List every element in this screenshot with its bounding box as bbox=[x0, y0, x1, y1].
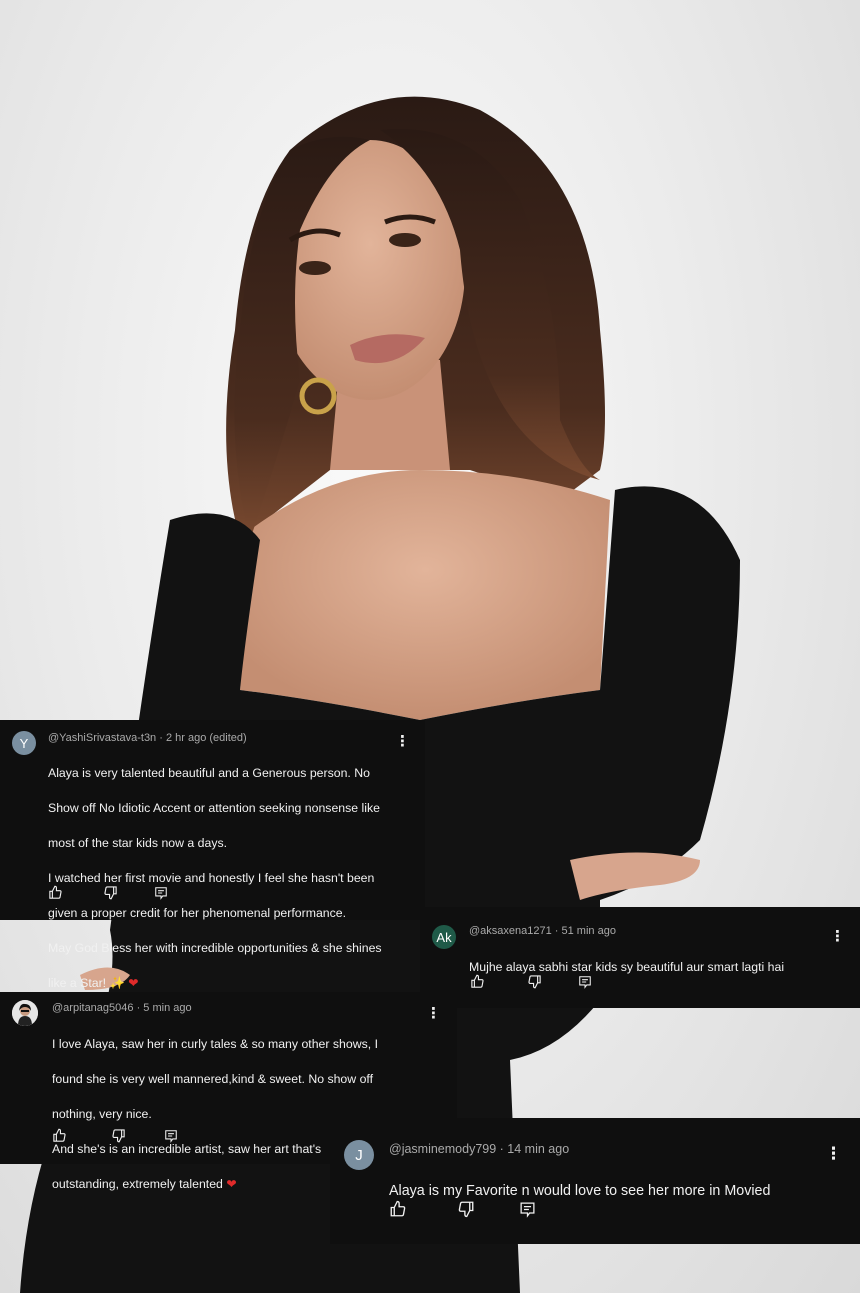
comment-time: · 14 min ago bbox=[499, 1142, 570, 1156]
thumbs-up-icon[interactable] bbox=[389, 1200, 407, 1218]
comment-line-text: outstanding, extremely talented bbox=[52, 1176, 223, 1191]
avatar-letter: Ak bbox=[436, 929, 452, 945]
comment-line: found she is very well mannered,kind & s… bbox=[52, 1071, 374, 1086]
comment-line: Alaya is very talented beautiful and a G… bbox=[48, 765, 370, 780]
thumbs-down-icon[interactable] bbox=[103, 885, 118, 900]
reply-icon[interactable] bbox=[154, 886, 168, 900]
comment-line: like a Star! ✨ ❤ bbox=[48, 975, 418, 993]
reply-icon[interactable] bbox=[519, 1201, 536, 1218]
avatar-letter: Y bbox=[19, 735, 29, 751]
thumbs-up-icon[interactable] bbox=[52, 1128, 67, 1143]
comment-card: Ak @aksaxena1271 · 51 min ago ⋮ Mujhe al… bbox=[420, 907, 860, 1008]
thumbs-down-icon[interactable] bbox=[111, 1128, 126, 1143]
comment-actions bbox=[48, 885, 168, 900]
comment-text: Alaya is very talented beautiful and a G… bbox=[48, 747, 418, 1010]
comment-line: I love Alaya, saw her in curly tales & s… bbox=[52, 1036, 379, 1051]
thumbs-up-icon[interactable] bbox=[48, 885, 63, 900]
reply-icon[interactable] bbox=[164, 1129, 178, 1143]
avatar[interactable] bbox=[12, 1000, 38, 1026]
profile-photo-icon bbox=[12, 1000, 38, 1026]
comment-card: Y @YashiSrivastava-t3n · 2 hr ago (edite… bbox=[0, 720, 425, 990]
comment-actions bbox=[52, 1128, 178, 1143]
comment-line: Show off No Idiotic Accent or attention … bbox=[48, 800, 380, 815]
comment-meta: @jasminemody799 · 14 min ago bbox=[389, 1142, 569, 1156]
avatar-letter: J bbox=[355, 1146, 363, 1164]
heart-emoji: ❤ bbox=[128, 975, 139, 990]
heart-emoji: ❤ bbox=[226, 1176, 237, 1191]
comment-meta: @aksaxena1271 · 51 min ago bbox=[469, 925, 616, 937]
avatar[interactable]: Ak bbox=[432, 925, 456, 949]
comment-card: J @jasminemody799 · 14 min ago ⋮ Alaya i… bbox=[330, 1118, 860, 1244]
comment-author[interactable]: @arpitanag5046 bbox=[52, 1002, 134, 1014]
avatar[interactable]: Y bbox=[12, 731, 36, 755]
comment-line: most of the star kids now a days. bbox=[48, 835, 228, 850]
comment-meta: @arpitanag5046 · 5 min ago bbox=[52, 1002, 192, 1014]
comment-actions bbox=[389, 1200, 536, 1218]
comment-author[interactable]: @YashiSrivastava-t3n bbox=[48, 732, 156, 744]
comment-line: Alaya is my Favorite n would love to see… bbox=[389, 1183, 771, 1199]
comment-author[interactable]: @aksaxena1271 bbox=[469, 925, 552, 937]
comment-time: · 2 hr ago (edited) bbox=[159, 732, 247, 744]
thumbs-down-icon[interactable] bbox=[457, 1200, 475, 1218]
reply-icon[interactable] bbox=[578, 975, 592, 989]
comment-line: May God Bless her with incredible opport… bbox=[48, 940, 382, 955]
more-options-icon[interactable]: ⋮ bbox=[825, 1145, 842, 1162]
comment-time: · 5 min ago bbox=[136, 1002, 192, 1014]
comment-time: · 51 min ago bbox=[554, 925, 616, 937]
thumbs-down-icon[interactable] bbox=[527, 974, 542, 989]
thumbs-up-icon[interactable] bbox=[470, 974, 485, 989]
avatar[interactable]: J bbox=[344, 1140, 374, 1170]
comment-line-text: like a Star! ✨ bbox=[48, 975, 125, 990]
comment-meta: @YashiSrivastava-t3n · 2 hr ago (edited) bbox=[48, 732, 247, 744]
comment-actions bbox=[470, 974, 592, 989]
comment-author[interactable]: @jasminemody799 bbox=[389, 1142, 496, 1156]
comment-line: given a proper credit for her phenomenal… bbox=[48, 905, 347, 920]
